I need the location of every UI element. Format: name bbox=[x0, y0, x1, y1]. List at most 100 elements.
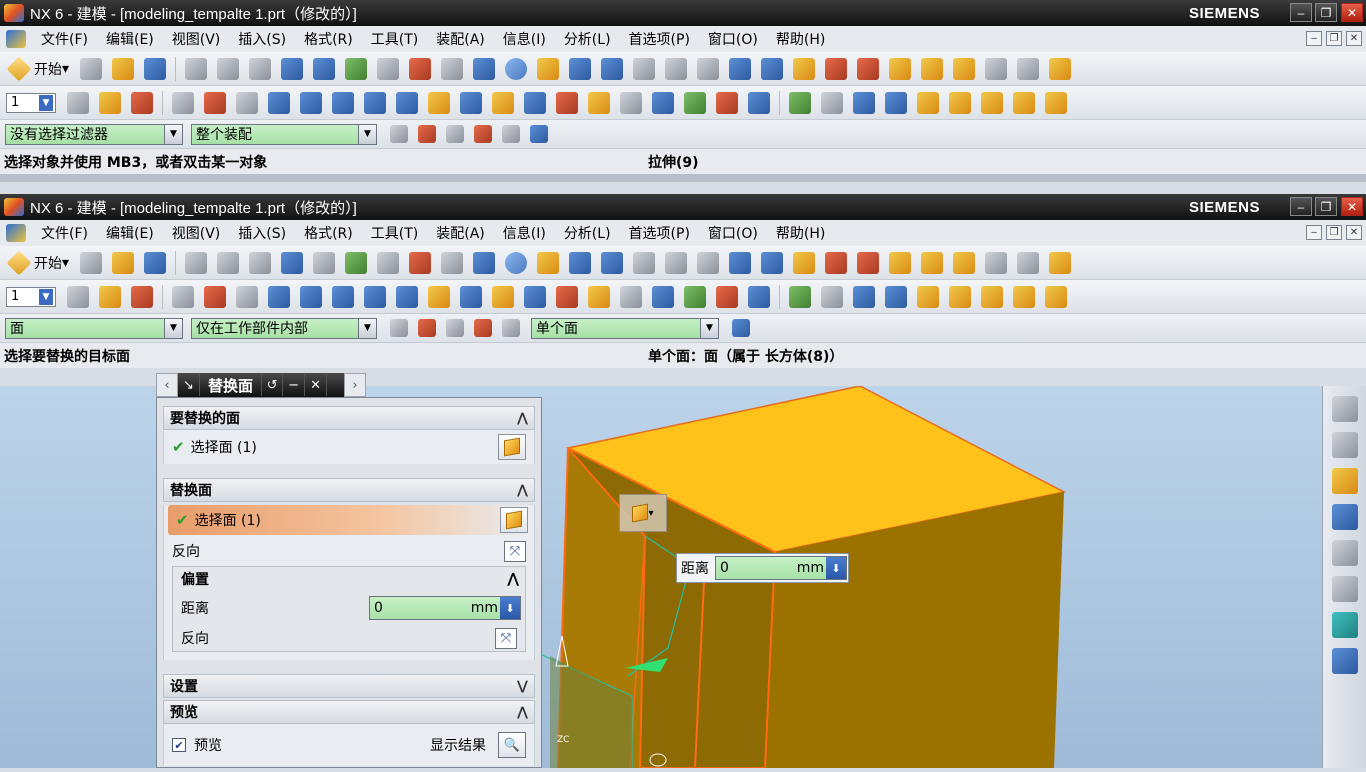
offset-face-icon[interactable] bbox=[748, 91, 770, 114]
binoculars-icon[interactable] bbox=[377, 57, 400, 80]
sketch-task-icon[interactable] bbox=[172, 91, 194, 114]
datum-icon[interactable] bbox=[857, 57, 880, 80]
group-header[interactable]: 设置 ⋁ bbox=[163, 674, 535, 698]
move-to-layer-icon[interactable] bbox=[1017, 251, 1040, 274]
layer-settings-icon[interactable] bbox=[985, 251, 1008, 274]
dialog-pin-icon[interactable]: ↘ bbox=[178, 374, 200, 396]
undo-icon[interactable] bbox=[281, 57, 304, 80]
menu-info[interactable]: 信息(I) bbox=[494, 29, 555, 49]
wave-icon[interactable] bbox=[131, 91, 153, 114]
restore-button[interactable]: ❐ bbox=[1315, 3, 1337, 22]
start-menu-button[interactable]: 开始 ▾ bbox=[6, 56, 69, 81]
block-icon[interactable] bbox=[268, 91, 290, 114]
color-box-icon[interactable] bbox=[697, 251, 720, 274]
wcs-icon[interactable] bbox=[793, 251, 816, 274]
background-icon[interactable] bbox=[665, 251, 688, 274]
chamfer-icon[interactable] bbox=[524, 91, 546, 114]
menu-help[interactable]: 帮助(H) bbox=[767, 223, 834, 243]
redo-icon[interactable] bbox=[313, 251, 336, 274]
analysis-icon[interactable] bbox=[953, 57, 976, 80]
view-section-icon[interactable] bbox=[729, 57, 752, 80]
surface-icon[interactable] bbox=[917, 91, 939, 114]
extrude-icon[interactable] bbox=[300, 285, 322, 308]
extrude-icon[interactable] bbox=[300, 91, 322, 114]
menu-help[interactable]: 帮助(H) bbox=[767, 29, 834, 49]
pocket-icon[interactable] bbox=[460, 91, 482, 114]
menu-preferences[interactable]: 首选项(P) bbox=[620, 29, 699, 49]
select-all-icon[interactable] bbox=[446, 319, 464, 337]
open-folder-icon[interactable] bbox=[112, 251, 135, 274]
menu-edit[interactable]: 编辑(E) bbox=[97, 223, 163, 243]
dialog-prev-button[interactable]: ‹ bbox=[156, 373, 178, 397]
minimize-button[interactable]: ‒ bbox=[1290, 3, 1312, 22]
snap-view-icon[interactable] bbox=[761, 251, 784, 274]
doc-close-button[interactable]: ✕ bbox=[1346, 31, 1362, 46]
zoom-box-icon[interactable] bbox=[441, 251, 464, 274]
copy-icon[interactable] bbox=[217, 57, 240, 80]
system-materials-icon[interactable] bbox=[1331, 576, 1358, 602]
color-box-icon[interactable] bbox=[697, 57, 720, 80]
rectangle-select-icon[interactable] bbox=[502, 319, 520, 337]
fit-icon[interactable] bbox=[409, 251, 432, 274]
unite-icon[interactable] bbox=[652, 285, 674, 308]
menu-view[interactable]: 视图(V) bbox=[163, 223, 230, 243]
measure-angle-icon[interactable] bbox=[921, 57, 944, 80]
cut-icon[interactable] bbox=[185, 57, 208, 80]
paste-icon[interactable] bbox=[249, 57, 272, 80]
bridge-icon[interactable] bbox=[1013, 91, 1035, 114]
menu-format[interactable]: 格式(R) bbox=[295, 29, 362, 49]
doc-restore-button[interactable]: ❐ bbox=[1326, 31, 1342, 46]
assembly-navigator-icon[interactable] bbox=[1331, 396, 1358, 422]
shell-icon[interactable] bbox=[556, 285, 578, 308]
cut-icon[interactable] bbox=[185, 251, 208, 274]
doc-restore-button[interactable]: ❐ bbox=[1326, 225, 1342, 240]
cylinder-icon[interactable] bbox=[364, 91, 386, 114]
menu-file[interactable]: 文件(F) bbox=[32, 29, 97, 49]
menu-insert[interactable]: 插入(S) bbox=[229, 223, 295, 243]
swept-icon[interactable] bbox=[949, 285, 971, 308]
face-rule-select[interactable]: 单个面 ▼ bbox=[531, 317, 719, 339]
select-face-row[interactable]: ✔ 选择面 (1) bbox=[164, 430, 534, 464]
trim-body-icon[interactable] bbox=[588, 91, 610, 114]
paste-icon[interactable] bbox=[249, 251, 272, 274]
background-icon[interactable] bbox=[665, 57, 688, 80]
snap-point-icon[interactable] bbox=[418, 125, 436, 143]
zoom-icon[interactable] bbox=[473, 57, 496, 80]
offset-header[interactable]: 偏置 ⋀ bbox=[173, 567, 525, 591]
revolve-icon[interactable] bbox=[332, 285, 354, 308]
dialog-minimize-icon[interactable]: − bbox=[283, 374, 306, 396]
group-header[interactable]: 要替换的面 ⋀ bbox=[163, 406, 535, 430]
select-point-icon[interactable] bbox=[474, 125, 492, 143]
menu-format[interactable]: 格式(R) bbox=[295, 223, 362, 243]
layer-icon[interactable] bbox=[67, 91, 89, 114]
menu-file[interactable]: 文件(F) bbox=[32, 223, 97, 243]
sketch-task-icon[interactable] bbox=[172, 285, 194, 308]
revolve-icon[interactable] bbox=[332, 91, 354, 114]
plane-icon[interactable] bbox=[821, 285, 843, 308]
close-button[interactable]: ✕ bbox=[1341, 3, 1363, 22]
block-icon[interactable] bbox=[268, 285, 290, 308]
datum-plane-icon[interactable] bbox=[684, 285, 706, 308]
work-layer-select[interactable]: 1 bbox=[6, 92, 56, 113]
work-layer-select[interactable]: 1 bbox=[6, 286, 56, 307]
open-folder-icon[interactable] bbox=[112, 57, 135, 80]
shading-icon[interactable] bbox=[633, 57, 656, 80]
start-menu-button[interactable]: 开始 ▾ bbox=[6, 250, 69, 275]
dialog-reset-icon[interactable]: ↺ bbox=[261, 374, 284, 396]
shell-icon[interactable] bbox=[556, 91, 578, 114]
selection-info-icon[interactable] bbox=[345, 57, 368, 80]
cube-select-icon[interactable] bbox=[732, 319, 750, 337]
arrow-down-icon[interactable]: ⬇ bbox=[500, 597, 520, 619]
cube-select-icon[interactable] bbox=[530, 125, 548, 143]
move-to-layer-icon[interactable] bbox=[1017, 57, 1040, 80]
chamfer-icon[interactable] bbox=[524, 285, 546, 308]
snap-point-icon[interactable] bbox=[418, 319, 436, 337]
wcs-icon[interactable] bbox=[793, 57, 816, 80]
new-file-icon[interactable] bbox=[80, 251, 103, 274]
mirror-icon[interactable] bbox=[716, 91, 738, 114]
sphere-icon[interactable] bbox=[885, 285, 907, 308]
roles-icon[interactable] bbox=[1331, 648, 1358, 674]
reverse-direction-button[interactable]: ⤧ bbox=[504, 540, 526, 562]
filter-icon[interactable] bbox=[390, 319, 408, 337]
studio-icon[interactable] bbox=[981, 285, 1003, 308]
